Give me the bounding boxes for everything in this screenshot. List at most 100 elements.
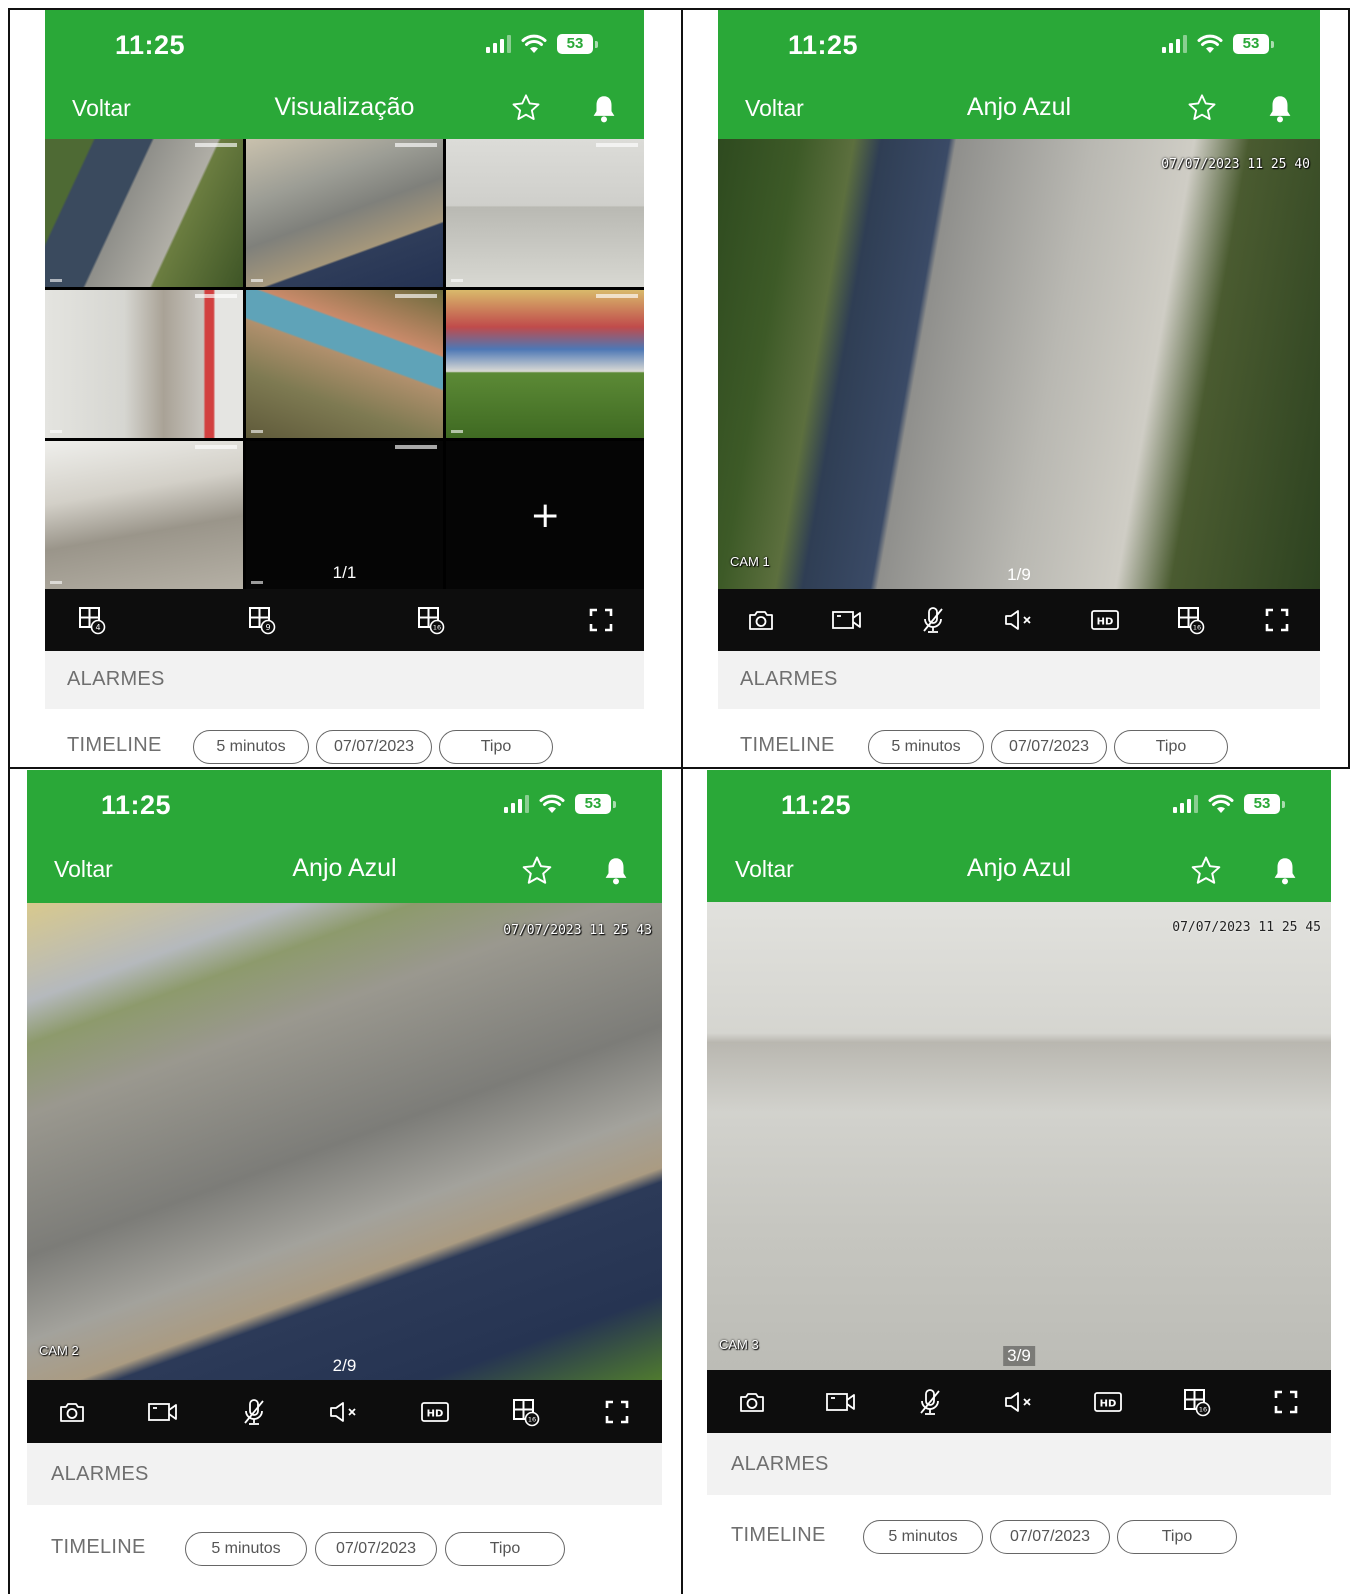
fullscreen-icon[interactable]	[594, 1389, 640, 1435]
camera-page-indicator: 1/9	[1007, 565, 1031, 584]
layout-16-icon[interactable]: 16	[1174, 1379, 1220, 1425]
battery-level: 53	[1233, 34, 1269, 54]
layout-9-icon[interactable]: 9	[239, 597, 285, 643]
control-bar: HD 16	[718, 589, 1320, 651]
camera-name-overlay: CAM 1	[730, 554, 770, 569]
svg-text:HD: HD	[1100, 1398, 1117, 1409]
alarms-section[interactable]: ALARMES	[45, 651, 644, 709]
timeline-label: TIMELINE	[51, 1536, 146, 1558]
camera-tile[interactable]	[245, 139, 444, 287]
camera-tile[interactable]	[45, 139, 243, 287]
status-bar: 11:25 53	[718, 10, 1320, 82]
alarms-section[interactable]: ALARMES	[707, 1433, 1331, 1495]
record-video-icon[interactable]	[824, 597, 870, 643]
cellular-signal-icon	[486, 35, 511, 53]
camera-tile[interactable]	[446, 139, 644, 287]
speaker-muted-icon[interactable]	[996, 597, 1042, 643]
layout-16-icon[interactable]: 16	[408, 597, 454, 643]
hd-quality-button[interactable]: HD	[1085, 1379, 1131, 1425]
interval-filter-button[interactable]: 5 minutos	[863, 1520, 983, 1554]
notification-bell-icon[interactable]	[1266, 94, 1294, 128]
status-icons: 53	[504, 794, 616, 814]
notification-bell-icon[interactable]	[1271, 856, 1299, 890]
hd-quality-button[interactable]: HD	[412, 1389, 458, 1435]
wifi-icon	[1197, 34, 1223, 54]
add-camera-plus-icon[interactable]: +	[446, 441, 644, 589]
type-filter-button[interactable]: Tipo	[439, 730, 553, 764]
snapshot-camera-icon[interactable]	[49, 1389, 95, 1435]
camera-timestamp: 07/07/2023 11 25 43	[503, 923, 652, 938]
microphone-muted-icon[interactable]	[907, 1379, 953, 1425]
phone-screen-grid-view: 11:25 53 Voltar Visualização 1/1 + 4 9 1…	[45, 10, 644, 767]
snapshot-camera-icon[interactable]	[729, 1379, 775, 1425]
favorite-star-icon[interactable]	[510, 92, 542, 128]
favorite-star-icon[interactable]	[1186, 92, 1218, 128]
speaker-muted-icon[interactable]	[996, 1379, 1042, 1425]
grid-page-indicator: 1/1	[332, 563, 357, 582]
fullscreen-icon[interactable]	[1263, 1379, 1309, 1425]
date-filter-button[interactable]: 07/07/2023	[315, 1532, 437, 1566]
nav-bar: Voltar Anjo Azul	[707, 840, 1331, 902]
alarms-section[interactable]: ALARMES	[27, 1443, 662, 1505]
control-bar: HD 16	[707, 1370, 1331, 1433]
camera-grid-area: 1/1 +	[45, 139, 644, 589]
battery-level: 53	[557, 34, 593, 54]
timeline-label: TIMELINE	[731, 1524, 826, 1546]
notification-bell-icon[interactable]	[590, 94, 618, 128]
interval-filter-button[interactable]: 5 minutos	[193, 730, 309, 764]
frame-border-right	[1348, 8, 1350, 768]
microphone-muted-icon[interactable]	[910, 597, 956, 643]
camera-page-indicator: 3/9	[1003, 1346, 1035, 1366]
microphone-muted-icon[interactable]	[231, 1389, 277, 1435]
favorite-star-icon[interactable]	[520, 854, 554, 892]
camera-timestamp: 07/07/2023 11 25 40	[1161, 157, 1310, 172]
interval-filter-button[interactable]: 5 minutos	[868, 730, 984, 764]
timeline-label: TIMELINE	[740, 734, 835, 756]
fullscreen-icon[interactable]	[578, 597, 624, 643]
phone-screen-camera-3: 11:25 53 Voltar Anjo Azul 07/07/2023 11 …	[707, 770, 1331, 1594]
status-bar: 11:25 53	[45, 10, 644, 82]
layout-4-icon[interactable]: 4	[69, 597, 115, 643]
cellular-signal-icon	[1173, 795, 1198, 813]
record-video-icon[interactable]	[140, 1389, 186, 1435]
snapshot-camera-icon[interactable]	[738, 597, 784, 643]
hd-quality-button[interactable]: HD	[1082, 597, 1128, 643]
layout-16-icon[interactable]: 16	[503, 1389, 549, 1435]
camera-tile[interactable]	[45, 441, 243, 589]
speaker-muted-icon[interactable]	[321, 1389, 367, 1435]
record-video-icon[interactable]	[818, 1379, 864, 1425]
camera-live-view[interactable]: 07/07/2023 11 25 45 CAM 3 3/9	[707, 902, 1331, 1370]
fullscreen-icon[interactable]	[1254, 597, 1300, 643]
layout-16-icon[interactable]: 16	[1168, 597, 1214, 643]
camera-tile-add[interactable]: +	[446, 441, 644, 589]
notification-bell-icon[interactable]	[602, 856, 630, 890]
camera-live-view[interactable]: 07/07/2023 11 25 43 CAM 2 2/9	[27, 903, 662, 1380]
favorite-star-icon[interactable]	[1189, 854, 1223, 892]
wifi-icon	[521, 34, 547, 54]
camera-tile[interactable]	[45, 290, 243, 438]
date-filter-button[interactable]: 07/07/2023	[991, 730, 1107, 764]
cellular-signal-icon	[1162, 35, 1187, 53]
status-bar: 11:25 53	[707, 770, 1331, 840]
svg-text:16: 16	[528, 1415, 536, 1423]
wifi-icon	[1208, 794, 1234, 814]
camera-grid: 1/1 +	[45, 139, 644, 589]
alarms-label: ALARMES	[67, 668, 165, 690]
alarms-label: ALARMES	[51, 1463, 149, 1485]
control-bar: HD 16	[27, 1380, 662, 1443]
type-filter-button[interactable]: Tipo	[445, 1532, 565, 1566]
date-filter-button[interactable]: 07/07/2023	[990, 1520, 1110, 1554]
camera-tile[interactable]	[446, 290, 644, 438]
date-filter-button[interactable]: 07/07/2023	[316, 730, 432, 764]
camera-live-view[interactable]: 07/07/2023 11 25 40 CAM 1 1/9	[718, 139, 1320, 589]
svg-text:HD: HD	[427, 1408, 444, 1419]
interval-filter-button[interactable]: 5 minutos	[185, 1532, 307, 1566]
type-filter-button[interactable]: Tipo	[1117, 1520, 1237, 1554]
camera-name-overlay: CAM 2	[39, 1343, 79, 1358]
camera-tile-empty[interactable]: 1/1	[245, 441, 444, 589]
type-filter-button[interactable]: Tipo	[1114, 730, 1228, 764]
camera-tile[interactable]	[245, 290, 444, 438]
svg-text:16: 16	[433, 624, 441, 632]
alarms-section[interactable]: ALARMES	[718, 651, 1320, 709]
svg-text:4: 4	[95, 623, 100, 632]
